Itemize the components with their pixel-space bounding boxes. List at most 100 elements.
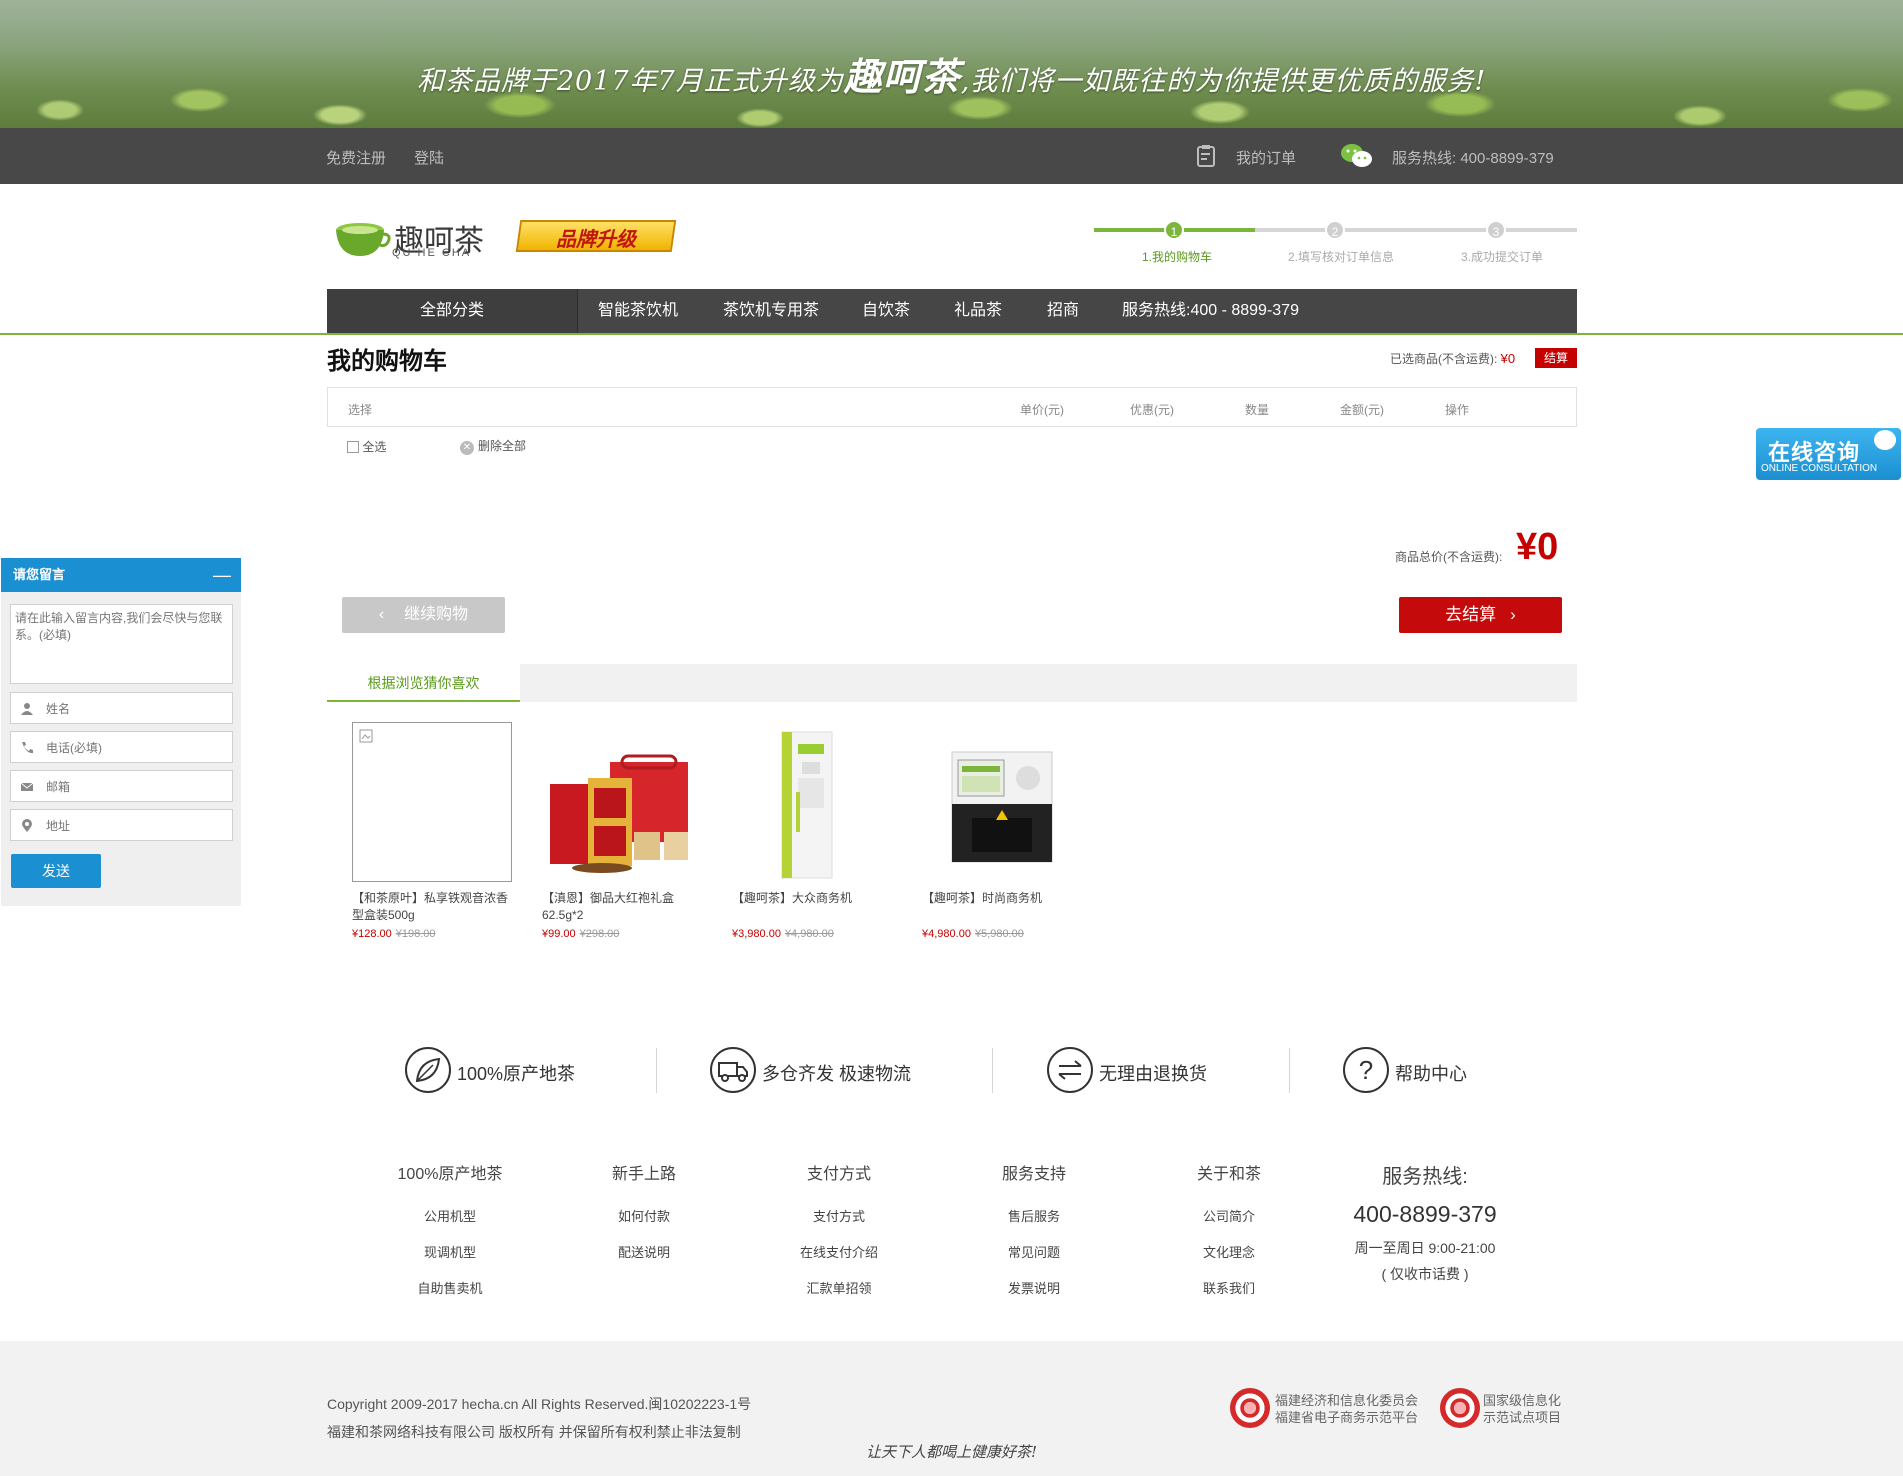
nav-divider xyxy=(577,289,578,333)
step-2-dot: 2 xyxy=(1325,220,1345,240)
email-field-wrap[interactable] xyxy=(10,770,233,802)
feature-divider xyxy=(656,1048,657,1093)
step-1-label: 1.我的购物车 xyxy=(1142,250,1213,264)
footer-link[interactable]: 如何付款 xyxy=(564,1206,724,1242)
product-image-desktop-machine[interactable] xyxy=(922,722,1082,882)
message-content-field[interactable] xyxy=(10,604,233,684)
seal-text: 福建经济和信息化委员会 福建省电子商务示范平台 xyxy=(1275,1393,1419,1425)
nav-item-self-drink[interactable]: 自饮茶 xyxy=(862,289,910,333)
nav-all-categories[interactable]: 全部分类 xyxy=(327,289,577,333)
chat-bubble-icon xyxy=(1874,430,1896,450)
seal-text: 国家级信息化 示范试点项目 xyxy=(1483,1393,1562,1425)
product-image-gift-box[interactable] xyxy=(542,722,702,882)
chevron-right-icon: › xyxy=(1510,605,1516,624)
step-progress-rest xyxy=(1255,228,1577,232)
total-value: ¥0 xyxy=(1516,526,1559,568)
col-amount: 金额(元) xyxy=(1340,403,1384,417)
seal-icon[interactable] xyxy=(1440,1388,1480,1428)
footer-link[interactable]: 现调机型 xyxy=(370,1242,530,1278)
product-image-standing-machine[interactable] xyxy=(732,722,892,882)
footer-link[interactable]: 公司简介 xyxy=(1149,1206,1309,1242)
phone-field[interactable] xyxy=(46,738,226,758)
footer-link[interactable]: 售后服务 xyxy=(954,1206,1114,1242)
product-name[interactable]: 【趣呵茶】大众商务机 xyxy=(732,890,896,924)
product-name[interactable]: 【和茶原叶】私享铁观音浓香型盒装500g xyxy=(352,890,516,924)
phone-icon xyxy=(22,742,33,754)
nav-item-franchise[interactable]: 招商 xyxy=(1047,289,1079,333)
step-1-dot: 1 xyxy=(1164,220,1184,240)
logo-pinyin: QU HE CHA xyxy=(392,247,472,259)
recommend-bar: 根据浏览猜你喜欢 xyxy=(327,664,1577,702)
site-logo[interactable]: 趣呵茶 QU HE CHA xyxy=(334,214,496,262)
nav-item-gift-tea[interactable]: 礼品茶 xyxy=(954,289,1002,333)
go-checkout-button[interactable]: 去结算 › xyxy=(1399,597,1562,633)
nav-item-machine-tea[interactable]: 茶饮机专用茶 xyxy=(723,289,819,333)
cart-title: 我的购物车 xyxy=(327,348,447,375)
footer-link[interactable]: 常见问题 xyxy=(954,1242,1114,1278)
hotline-number: 400-8899-379 xyxy=(1353,1201,1497,1227)
register-link[interactable]: 免费注册 xyxy=(326,147,386,168)
online-consultation-button[interactable]: 在线咨询 ONLINE CONSULTATION xyxy=(1756,428,1901,480)
col-discount: 优惠(元) xyxy=(1130,403,1174,417)
message-widget: 请您留言— 发送 xyxy=(1,558,241,906)
name-field[interactable] xyxy=(46,699,226,719)
product-card[interactable]: 【趣呵茶】时尚商务机 ¥4,980.00 ¥5,980.00 xyxy=(922,722,1086,940)
address-field-wrap[interactable] xyxy=(10,809,233,841)
select-all[interactable]: 全选 xyxy=(347,438,386,455)
footer-link[interactable]: 文化理念 xyxy=(1149,1242,1309,1278)
banner-slogan: 和茶品牌于2017年7月正式升级为趣呵茶,我们将一如既往的为你提供更优质的服务! xyxy=(416,54,1487,99)
product-name[interactable]: 【滇恩】御品大红袍礼盒62.5g*2 xyxy=(542,890,706,924)
footer-link[interactable]: 自助售卖机 xyxy=(370,1278,530,1314)
question-icon: ? xyxy=(1343,1047,1389,1093)
footer-link[interactable]: 发票说明 xyxy=(954,1278,1114,1314)
product-price: ¥4,980.00 ¥5,980.00 xyxy=(922,928,1024,940)
address-field[interactable] xyxy=(46,816,226,836)
footer-link[interactable]: 汇款单招领 xyxy=(759,1278,919,1314)
minimize-icon[interactable]: — xyxy=(213,558,231,592)
seal-icon[interactable] xyxy=(1230,1388,1270,1428)
feature-divider xyxy=(1289,1048,1290,1093)
footer-link[interactable]: 支付方式 xyxy=(759,1206,919,1242)
product-card[interactable]: 【趣呵茶】大众商务机 ¥3,980.00 ¥4,980.00 xyxy=(732,722,896,940)
checkout-small-button[interactable]: 结算 xyxy=(1535,348,1577,368)
product-name[interactable]: 【趣呵茶】时尚商务机 xyxy=(922,890,1086,924)
main-nav: 全部分类 智能茶饮机 茶饮机专用茶 自饮茶 礼品茶 招商 服务热线:400 - … xyxy=(327,289,1577,333)
delete-all-button[interactable]: ✕ 删除全部 xyxy=(460,437,526,455)
location-pin-icon xyxy=(22,819,32,832)
checkout-steps: 1 2 3 1.我的购物车 2.填写核对订单信息 3.成功提交订单 xyxy=(1094,218,1577,268)
phone-field-wrap[interactable] xyxy=(10,731,233,763)
cart-table-header: 选择 单价(元) 优惠(元) 数量 金额(元) 操作 xyxy=(327,387,1577,427)
top-banner: 和茶品牌于2017年7月正式升级为趣呵茶,我们将一如既往的为你提供更优质的服务! xyxy=(0,0,1903,128)
col-unit-price: 单价(元) xyxy=(1020,403,1064,417)
footer-link[interactable]: 在线支付介绍 xyxy=(759,1242,919,1278)
step-3-label: 3.成功提交订单 xyxy=(1461,250,1544,264)
footer-link[interactable]: 配送说明 xyxy=(564,1242,724,1278)
email-field[interactable] xyxy=(46,777,226,797)
select-all-checkbox[interactable] xyxy=(347,441,359,453)
nav-item-smart-machine[interactable]: 智能茶饮机 xyxy=(598,289,678,333)
user-icon xyxy=(21,703,33,715)
my-orders-link[interactable]: 我的订单 xyxy=(1236,147,1296,168)
footer-col-support: 服务支持 售后服务 常见问题 发票说明 xyxy=(954,1160,1114,1314)
product-card[interactable]: 【和茶原叶】私享铁观音浓香型盒装500g ¥128.00 ¥198.00 xyxy=(352,722,516,940)
top-bar: 免费注册 登陆 我的订单 服务热线: 400-8899-379 xyxy=(0,128,1903,184)
total-label: 商品总价(不含运费): xyxy=(1395,550,1503,564)
tab-recommend[interactable]: 根据浏览猜你喜欢 xyxy=(327,664,520,702)
product-image-broken[interactable] xyxy=(352,722,512,882)
selected-summary: 已选商品(不含运费): ¥0 xyxy=(1390,351,1516,366)
footer-link[interactable]: 联系我们 xyxy=(1149,1278,1309,1314)
footer-link[interactable]: 公用机型 xyxy=(370,1206,530,1242)
nav-underline xyxy=(0,333,1903,335)
continue-shopping-button[interactable]: ‹ 继续购物 xyxy=(342,597,505,633)
product-card[interactable]: 【滇恩】御品大红袍礼盒62.5g*2 ¥99.00 ¥298.00 xyxy=(542,722,706,940)
name-field-wrap[interactable] xyxy=(10,692,233,724)
footer-col-payment: 支付方式 支付方式 在线支付介绍 汇款单招领 xyxy=(759,1160,919,1314)
step-3-dot: 3 xyxy=(1486,220,1506,240)
login-link[interactable]: 登陆 xyxy=(414,147,444,168)
send-message-button[interactable]: 发送 xyxy=(11,854,101,888)
col-action: 操作 xyxy=(1445,403,1470,417)
message-widget-header: 请您留言 — xyxy=(1,558,241,592)
footer-tagline: 让天下人都喝上健康好茶! xyxy=(865,1443,1038,1461)
tea-cup-icon xyxy=(336,223,391,256)
footer-col-origin: 100%原产地茶 公用机型 现调机型 自助售卖机 xyxy=(370,1160,530,1314)
